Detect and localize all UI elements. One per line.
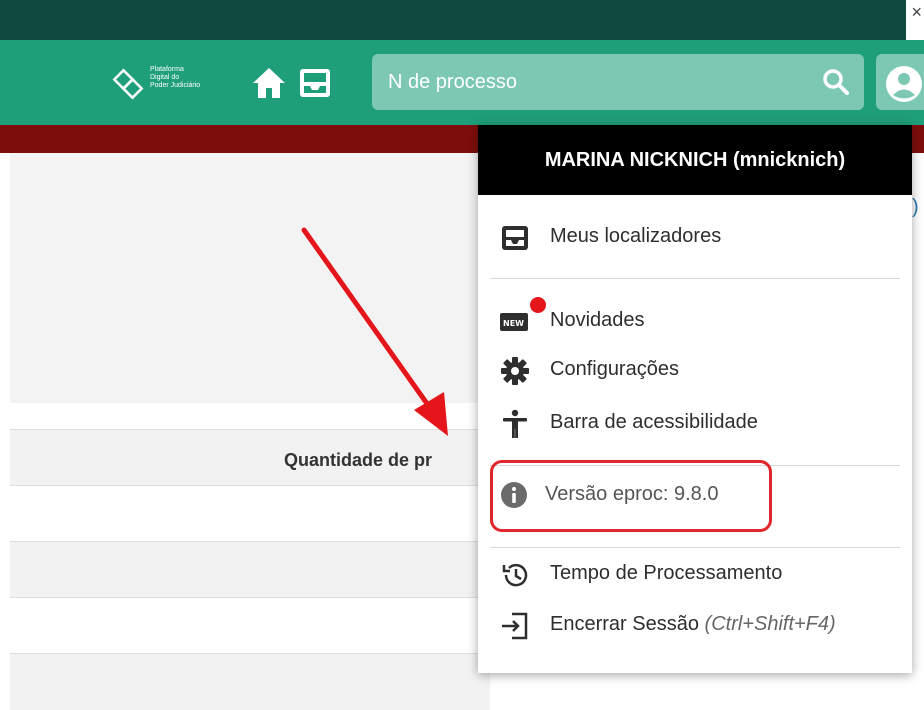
menu-item-label: Tempo de Processamento (550, 562, 783, 584)
table-row[interactable] (10, 541, 490, 598)
close-icon[interactable]: × (911, 2, 922, 23)
new-badge-icon: NEW (500, 313, 528, 331)
svg-text:NEW: NEW (503, 319, 524, 328)
locator-inbox-icon (502, 226, 528, 250)
user-menu-button[interactable] (876, 54, 924, 110)
brand-logo[interactable]: Plataforma Digital do Poder Judiciário (110, 62, 235, 104)
brand-line: Plataforma (150, 66, 184, 73)
notification-dot (530, 297, 546, 313)
user-dropdown-menu: MARINA NICKNICH (mnicknich) Meus localiz… (478, 125, 912, 673)
top-dark-bar (0, 0, 906, 40)
menu-divider (490, 278, 900, 279)
menu-divider (490, 547, 900, 548)
table-row[interactable] (10, 653, 490, 710)
search-icon[interactable] (822, 68, 850, 96)
menu-item-meus-localizadores[interactable]: Meus localizadores (500, 219, 900, 257)
menu-item-tempo-processamento[interactable]: Tempo de Processamento (500, 556, 900, 594)
navbar: Plataforma Digital do Poder Judiciário N… (0, 40, 924, 125)
menu-item-novidades[interactable]: NEW Novidades (500, 303, 900, 341)
content-panel (10, 153, 490, 403)
table-row[interactable] (10, 597, 490, 654)
menu-item-configuracoes[interactable]: Configurações (500, 352, 900, 390)
menu-item-barra-acessibilidade[interactable]: Barra de acessibilidade (500, 405, 900, 443)
user-name-header: MARINA NICKNICH (mnicknich) (478, 125, 912, 195)
history-clock-icon (502, 563, 528, 587)
window-top-strip: × (0, 0, 924, 40)
table-row[interactable] (10, 485, 490, 542)
brand-text: Plataforma Digital do Poder Judiciário (150, 66, 235, 90)
edge-link-fragment: ) (912, 196, 919, 218)
menu-item-label: Novidades (550, 309, 645, 331)
gear-icon (501, 357, 529, 385)
menu-item-label: Configurações (550, 358, 679, 380)
menu-item-label: Encerrar Sessão (Ctrl+Shift+F4) (550, 613, 836, 636)
process-table (10, 403, 490, 710)
user-icon (886, 66, 922, 102)
pdpj-logo-icon (112, 68, 144, 100)
logout-shortcut: (Ctrl+Shift+F4) (704, 613, 836, 635)
brand-line: Digital do (150, 74, 180, 81)
table-column-header: Quantidade de pr (284, 450, 433, 470)
brand-line: Poder Judiciário (150, 82, 201, 89)
home-icon[interactable] (250, 64, 288, 102)
search-placeholder: N de processo (388, 71, 517, 93)
logout-icon (502, 612, 528, 640)
menu-item-label: Barra de acessibilidade (550, 411, 758, 433)
process-search-input[interactable]: N de processo (372, 54, 864, 110)
version-highlight-box (490, 460, 772, 532)
menu-item-label: Meus localizadores (550, 225, 722, 247)
menu-item-encerrar-sessao[interactable]: Encerrar Sessão (Ctrl+Shift+F4) (500, 607, 900, 645)
inbox-icon[interactable] (296, 64, 334, 102)
logout-label: Encerrar Sessão (550, 613, 699, 635)
accessibility-icon (503, 409, 527, 438)
